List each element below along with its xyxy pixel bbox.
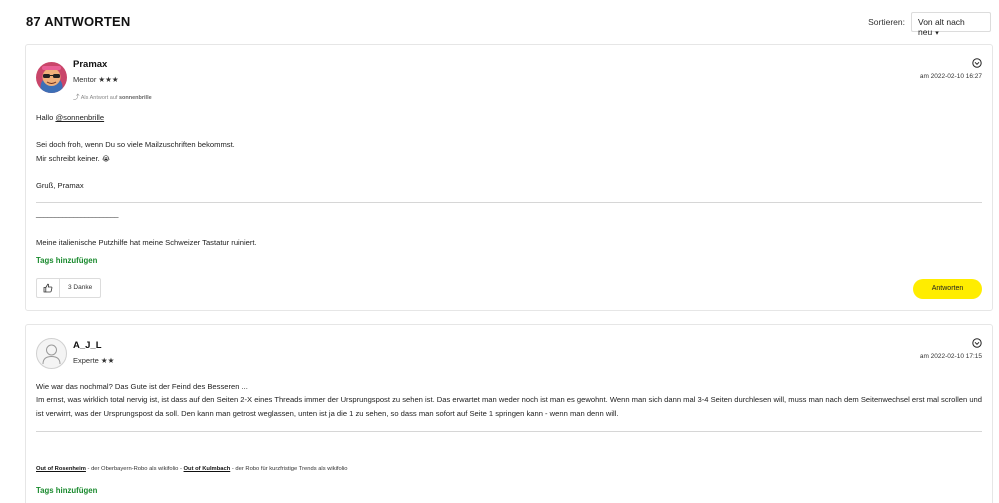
signature-link[interactable]: Out of Kulmbach [184, 466, 231, 472]
author-name[interactable]: Pramax [73, 59, 107, 70]
reply-to-info: ⤴ Als Antwort auf sonnenbrille [73, 91, 152, 101]
signature-text: - der Oberbayern-Robo als wikifolio - [85, 466, 184, 472]
author-name[interactable]: A_J_L [73, 340, 102, 351]
post-body-text: Mir schreibt keiner. [36, 154, 100, 163]
reply-arrow-icon: ⤴ [73, 94, 80, 101]
sort-value: Von alt nach neu [918, 17, 965, 37]
reply-button[interactable]: Antworten [913, 279, 982, 299]
chevron-circle-down-icon[interactable] [972, 338, 982, 348]
crying-emoji-icon: 😭 [101, 156, 111, 163]
signature-link[interactable]: Out of Rosenheim [36, 466, 86, 472]
post-body-line: Wie war das nochmal? Das Gute ist der Fe… [36, 382, 248, 391]
post-closing: Gruß, Pramax [36, 181, 84, 190]
avatar[interactable] [36, 62, 67, 93]
post-timestamp: am 2022-02-10 16:27 [919, 73, 982, 80]
avatar[interactable] [36, 338, 67, 369]
sort-label: Sortieren: [868, 17, 905, 27]
reply-to-user[interactable]: sonnenbrille [119, 95, 152, 101]
reply-post: A_J_L Experte ★★ am 2022-02-10 17:15 Wie… [25, 324, 993, 503]
sort-select[interactable]: Von alt nach neu ▾ [911, 12, 991, 37]
signature-text: Meine italienische Putzhilfe hat meine S… [36, 238, 257, 247]
post-body-line: Sei doch froh, wenn Du so viele Mailzusc… [36, 140, 235, 149]
author-rank: Mentor ★★★ [73, 75, 119, 84]
divider [36, 202, 982, 203]
thumbs-up-icon[interactable] [37, 279, 60, 297]
signature-text: - der Robo für kurzfristige Trends als w… [230, 466, 348, 472]
replies-count: 87 ANTWORTEN [26, 14, 131, 29]
signature-rule: ______________________ [36, 209, 118, 218]
author-rank: Experte ★★ [73, 356, 115, 365]
chevron-circle-down-icon[interactable] [972, 58, 982, 68]
divider [36, 431, 982, 432]
chevron-down-icon: ▾ [935, 30, 939, 37]
like-button[interactable]: 3 Danke [36, 278, 101, 298]
add-tags-link[interactable]: Tags hinzufügen [36, 486, 97, 495]
replies-header: 87 ANTWORTEN Sortieren: Von alt nach neu… [26, 10, 991, 37]
post-body-paragraph: Im ernst, was wirklich total nervig ist,… [36, 395, 982, 418]
post-timestamp: am 2022-02-10 17:15 [919, 353, 982, 360]
thanks-count: 3 Danke [68, 284, 93, 291]
post-body-line: Mir schreibt keiner. 😭 [36, 152, 982, 167]
reply-post: Pramax Mentor ★★★ ⤴ Als Antwort auf sonn… [25, 44, 993, 311]
reply-to-prefix: Als Antwort auf [80, 95, 118, 101]
user-mention-link[interactable]: @sonnenbrille [55, 113, 104, 122]
signature: Out of Rosenheim - der Oberbayern-Robo a… [36, 466, 348, 472]
add-tags-link[interactable]: Tags hinzufügen [36, 256, 97, 265]
post-greeting: Hallo @sonnenbrille [36, 111, 982, 125]
greeting-text: Hallo [36, 113, 54, 122]
